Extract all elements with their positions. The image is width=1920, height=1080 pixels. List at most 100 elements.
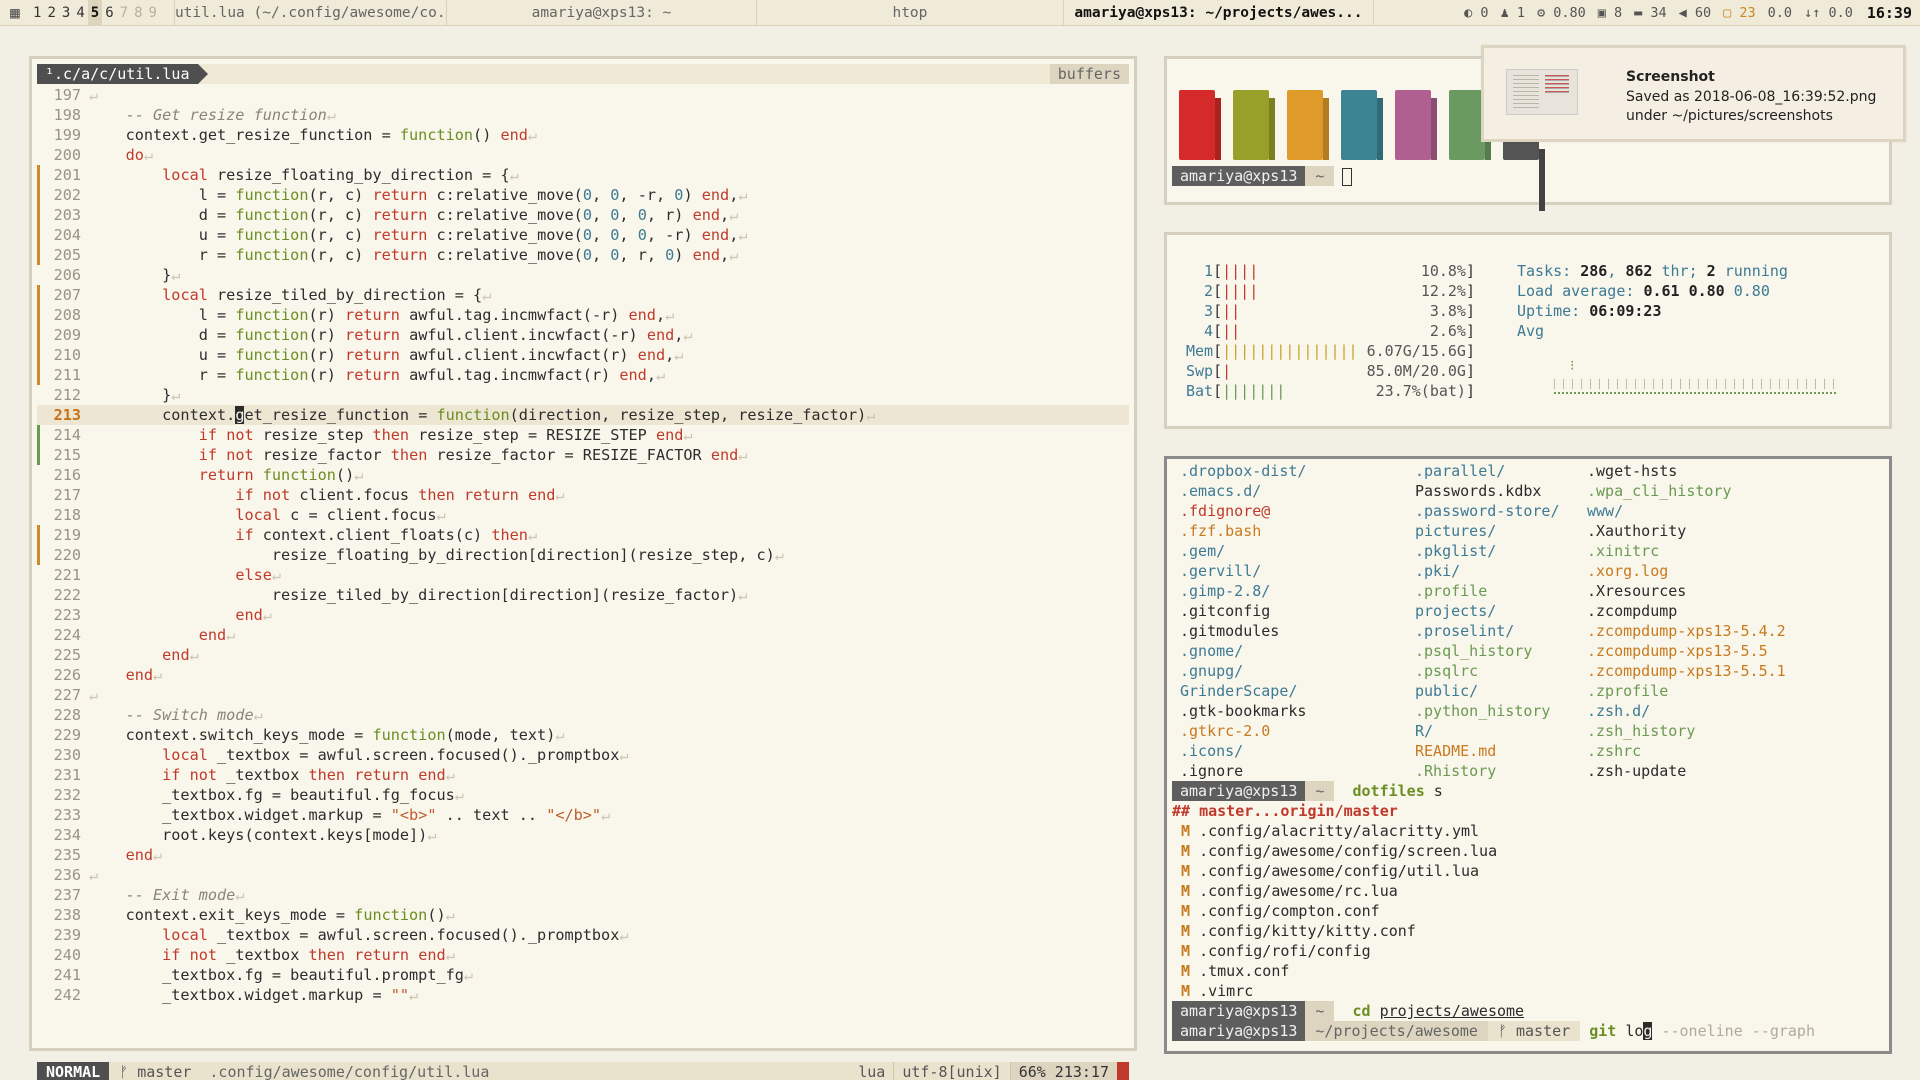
code-line[interactable]: 204 u = function(r, c) return c:relative… (37, 225, 1129, 245)
line-number: 241 (53, 966, 81, 984)
tag-1[interactable]: 1 (30, 0, 44, 26)
user-widget[interactable]: ♟ 1 (1495, 0, 1531, 26)
code-line[interactable]: 197 ↵ (37, 85, 1129, 105)
task-util-lua[interactable]: util.lua (~/.config/awesome/co... (173, 0, 446, 26)
code-line[interactable]: 235 end↵ (37, 845, 1129, 865)
code-line[interactable]: 198 -- Get resize function↵ (37, 105, 1129, 125)
vim-branch: ᚠ master (119, 1063, 192, 1080)
htop-pane[interactable]: 1[|||| 10.8%] 2[|||| 12.2%] 3[|| 3.8%] 4… (1164, 232, 1892, 429)
code-line[interactable]: 216 return function()↵ (37, 465, 1129, 485)
line-text: _textbox.fg = beautiful.prompt_fg↵ (89, 966, 474, 984)
code-line[interactable]: 240 if not _textbox then return end↵ (37, 945, 1129, 965)
code-line[interactable]: 205 r = function(r, c) return c:relative… (37, 245, 1129, 265)
code-line[interactable]: 208 l = function(r) return awful.tag.inc… (37, 305, 1129, 325)
code-line[interactable]: 209 d = function(r) return awful.client.… (37, 325, 1129, 345)
tag-2[interactable]: 2 (44, 0, 58, 26)
code-line[interactable]: 239 local _textbox = awful.screen.focuse… (37, 925, 1129, 945)
tag-5[interactable]: 5 (87, 0, 103, 26)
code-line[interactable]: 236 ↵ (37, 865, 1129, 885)
tag-3[interactable]: 3 (59, 0, 73, 26)
code-line[interactable]: 238 context.exit_keys_mode = function()↵ (37, 905, 1129, 925)
screenshot-notification[interactable]: Screenshot Saved as 2018-06-08_16:39:52.… (1481, 45, 1906, 142)
htop-cpu-meter: 1[|||| 10.8%] (1186, 262, 1475, 280)
tag-9[interactable]: 9 (146, 0, 160, 26)
battery-widget[interactable]: ▢ 23 (1717, 0, 1762, 26)
terminal-pane[interactable]: .dropbox-dist/ .emacs.d/ .fdignore@ .fzf.ba… (1164, 456, 1892, 1054)
volume-widget[interactable]: ◀ 60 (1673, 0, 1718, 26)
code-line[interactable]: 202 l = function(r, c) return c:relative… (37, 185, 1129, 205)
vim-code-area[interactable]: 197 ↵ 198 -- Get resize function↵ 199 conte… (37, 85, 1129, 1065)
task-terminal-projects[interactable]: amariya@xps13: ~/projects/awes... (1062, 0, 1373, 26)
ls-entry: .parallel/ (1415, 462, 1506, 480)
code-line[interactable]: 214 if not resize_step then resize_step … (37, 425, 1129, 445)
task-htop[interactable]: htop (755, 0, 1063, 26)
code-line[interactable]: 200 do↵ (37, 145, 1129, 165)
tag-7[interactable]: 7 (117, 0, 131, 26)
ls-entry: .zsh.d/ (1587, 702, 1651, 720)
code-line[interactable]: 218 local c = client.focus↵ (37, 505, 1129, 525)
code-line[interactable]: 226 end↵ (37, 665, 1129, 685)
code-line[interactable]: 228 -- Switch mode↵ (37, 705, 1129, 725)
cpu-widget[interactable]: ▣ 8 (1592, 0, 1628, 26)
line-number: 242 (53, 986, 81, 1004)
code-line[interactable]: 237 -- Exit mode↵ (37, 885, 1129, 905)
code-line[interactable]: 229 context.switch_keys_mode = function(… (37, 725, 1129, 745)
code-line[interactable]: 227 ↵ (37, 685, 1129, 705)
tag-6[interactable]: 6 (102, 0, 116, 26)
ls-entry: .password-store/ (1415, 502, 1560, 520)
tag-8[interactable]: 8 (131, 0, 145, 26)
git-modified-marker (37, 245, 45, 265)
code-line[interactable]: 201 local resize_floating_by_direction =… (37, 165, 1129, 185)
code-line[interactable]: 225 end↵ (37, 645, 1129, 665)
ls-entry: .gem/ (1180, 542, 1226, 560)
code-line[interactable]: 222 resize_tiled_by_direction[direction]… (37, 585, 1129, 605)
net-widget[interactable]: 0.0 (1762, 0, 1798, 26)
code-line[interactable]: 232 _textbox.fg = beautiful.fg_focus↵ (37, 785, 1129, 805)
layout-grid-icon[interactable]: ▦ (0, 3, 30, 22)
code-line[interactable]: 219 if context.client_floats(c) then↵ (37, 525, 1129, 545)
code-line[interactable]: 221 else↵ (37, 565, 1129, 585)
line-text: d = function(r, c) return c:relative_mov… (89, 206, 739, 224)
code-line[interactable]: 224 end↵ (37, 625, 1129, 645)
git-modified-file: M .config/awesome/rc.lua (1181, 882, 1398, 900)
code-line[interactable]: 241 _textbox.fg = beautiful.prompt_fg↵ (37, 965, 1129, 985)
notification-body: Saved as 2018-06-08_16:39:52.png under ~… (1626, 89, 1877, 124)
code-line[interactable]: 199 context.get_resize_function = functi… (37, 125, 1129, 145)
code-line[interactable]: 242 _textbox.widget.markup = ""↵ (37, 985, 1129, 1005)
ls-entry: pictures/ (1415, 522, 1497, 540)
vim-editor-pane[interactable]: ¹.c/a/c/util.lua buffers 197 ↵ 198 -- Get … (29, 56, 1137, 1080)
code-line[interactable]: 210 u = function(r) return awful.client.… (37, 345, 1129, 365)
code-line[interactable]: 234 root.keys(context.keys[mode])↵ (37, 825, 1129, 845)
task-terminal-home[interactable]: amariya@xps13: ~ (445, 0, 756, 26)
line-number: 209 (53, 326, 81, 344)
code-line[interactable]: 215 if not resize_factor then resize_fac… (37, 445, 1129, 465)
memory-widget[interactable]: ▬ 34 (1628, 0, 1673, 26)
net-updown-widget[interactable]: ↓↑ 0.0 (1798, 0, 1859, 26)
htop-cpu-meter: 2[|||| 12.2%] (1186, 282, 1475, 300)
code-line[interactable]: 230 local _textbox = awful.screen.focuse… (37, 745, 1129, 765)
load-widget[interactable]: ⚙ 0.80 (1531, 0, 1592, 26)
ls-entry: .proselint/ (1415, 622, 1515, 640)
code-line[interactable]: 212 }↵ (37, 385, 1129, 405)
ls-entry: .xinitrc (1587, 542, 1660, 560)
code-line[interactable]: 217 if not client.focus then return end↵ (37, 485, 1129, 505)
dropbox-widget[interactable]: ◐ 0 (1458, 0, 1494, 26)
line-number: 200 (53, 146, 81, 164)
code-line[interactable]: 231 if not _textbox then return end↵ (37, 765, 1129, 785)
line-number: 203 (53, 206, 81, 224)
screenshot-thumbnail (1506, 69, 1578, 115)
vim-file-tab[interactable]: ¹.c/a/c/util.lua (37, 64, 207, 84)
ls-entry: Passwords.kdbx (1415, 482, 1542, 500)
code-line[interactable]: 206 }↵ (37, 265, 1129, 285)
clock[interactable]: 16:39 (1859, 4, 1920, 22)
code-line[interactable]: 223 end↵ (37, 605, 1129, 625)
code-line[interactable]: 213 context.get_resize_function = functi… (37, 405, 1129, 425)
tag-4[interactable]: 4 (73, 0, 87, 26)
ls-entry: .xorg.log (1587, 562, 1669, 580)
git-modified-file: M .config/rofi/config (1181, 942, 1371, 960)
code-line[interactable]: 203 d = function(r, c) return c:relative… (37, 205, 1129, 225)
code-line[interactable]: 233 _textbox.widget.markup = "<b>" .. te… (37, 805, 1129, 825)
code-line[interactable]: 220 resize_floating_by_direction[directi… (37, 545, 1129, 565)
code-line[interactable]: 211 r = function(r) return awful.tag.inc… (37, 365, 1129, 385)
code-line[interactable]: 207 local resize_tiled_by_direction = {↵ (37, 285, 1129, 305)
